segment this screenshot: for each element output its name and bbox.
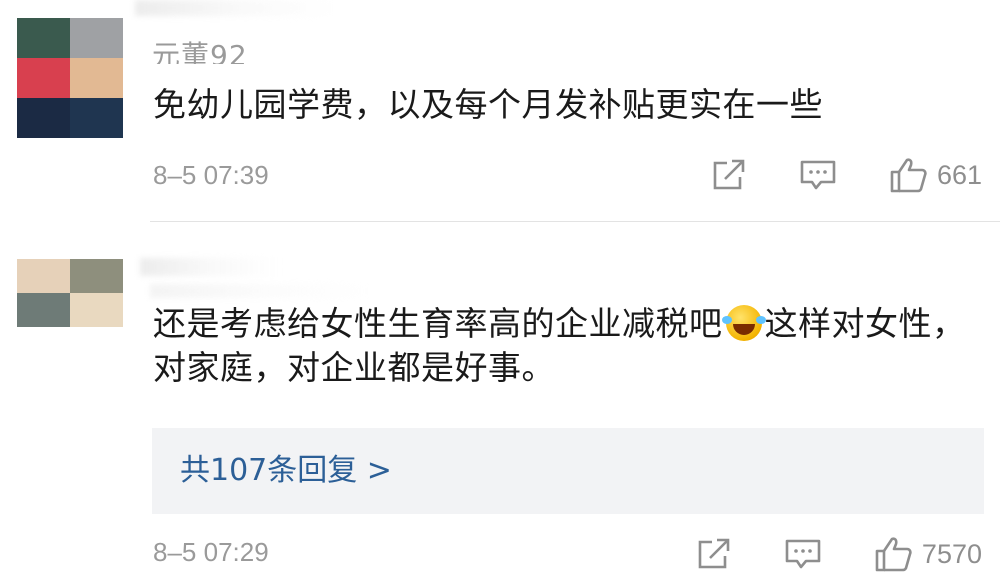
avatar[interactable] bbox=[17, 259, 123, 361]
comment-text: 免幼儿园学费，以及每个月发补贴更实在一些 bbox=[153, 85, 823, 124]
avatar-pixel bbox=[70, 98, 123, 138]
like-count: 7570 bbox=[921, 538, 982, 569]
comment-text: 还是考虑给女性生育率高的企业减税吧 这样对女性，对家庭，对企业都是好事。 bbox=[153, 302, 980, 390]
comment-timestamp: 8–5 07:29 bbox=[153, 537, 269, 567]
avatar-pixel bbox=[17, 18, 70, 58]
comment-actions: 7570 bbox=[696, 535, 982, 573]
like-button[interactable]: 661 bbox=[889, 156, 982, 194]
comment-actions: 661 bbox=[711, 156, 982, 194]
comment-item: 还是考虑给女性生育率高的企业减税吧 这样对女性，对家庭，对企业都是好事。 共107… bbox=[0, 222, 1000, 578]
share-button[interactable] bbox=[711, 158, 747, 192]
avatar-pixel bbox=[17, 327, 70, 361]
avatar-pixel bbox=[17, 58, 70, 98]
avatar-pixel bbox=[17, 98, 70, 138]
thumbs-up-icon bbox=[890, 158, 927, 193]
reply-button[interactable] bbox=[799, 158, 837, 192]
avatar[interactable] bbox=[17, 18, 123, 138]
comment-text-part: 还是考虑给女性生育率高的企业减税吧 bbox=[153, 304, 723, 343]
view-replies-link[interactable]: 共107条回复 > bbox=[152, 428, 984, 514]
avatar-pixel bbox=[70, 327, 123, 361]
avatar-pixel bbox=[17, 293, 70, 327]
share-icon bbox=[713, 159, 745, 190]
comment-icon bbox=[785, 539, 821, 569]
avatar-pixel bbox=[70, 58, 123, 98]
avatar-pixel bbox=[17, 259, 70, 293]
username-redaction bbox=[135, 0, 335, 16]
laugh-cry-emoji-icon bbox=[721, 305, 762, 341]
avatar-pixel bbox=[70, 293, 123, 327]
thumbs-up-icon bbox=[875, 537, 912, 572]
share-icon bbox=[698, 538, 730, 569]
comment-item: 元董92 免幼儿园学费，以及每个月发补贴更实在一些 8–5 07:39 661 bbox=[0, 0, 1000, 222]
comment-timestamp: 8–5 07:39 bbox=[153, 160, 269, 190]
reply-button[interactable] bbox=[784, 537, 822, 571]
like-count: 661 bbox=[936, 159, 982, 190]
avatar-pixel bbox=[70, 18, 123, 58]
like-button[interactable]: 7570 bbox=[874, 535, 982, 573]
username[interactable]: 元董92 bbox=[152, 24, 248, 64]
share-button[interactable] bbox=[696, 537, 732, 571]
avatar-pixel bbox=[70, 259, 123, 293]
username-redaction bbox=[140, 258, 280, 276]
comment-icon bbox=[800, 160, 836, 190]
username-redaction bbox=[150, 284, 370, 298]
